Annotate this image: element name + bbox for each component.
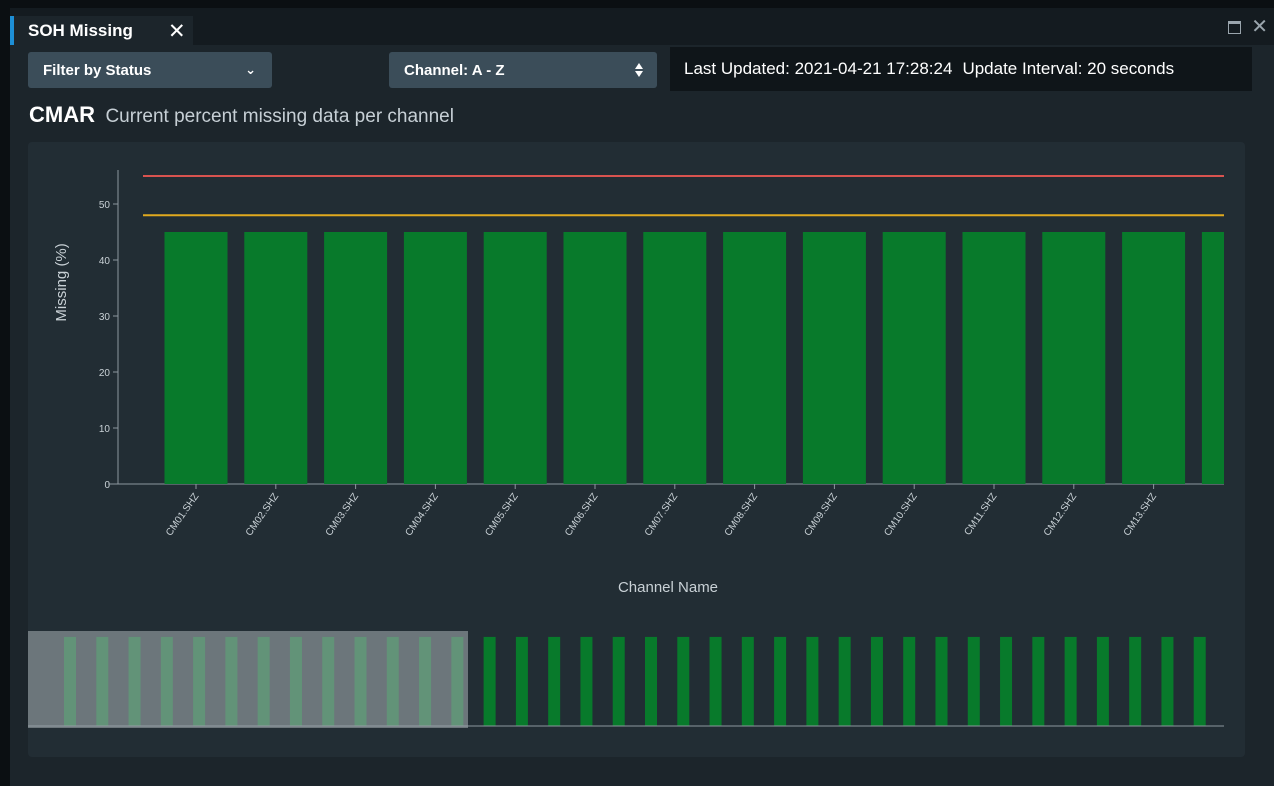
y-tick-label: 0 <box>104 480 110 491</box>
tab-soh-missing[interactable]: SOH Missing ✕ <box>10 16 193 45</box>
x-tick-label: CM11.SHZ <box>963 491 1000 537</box>
overview-bar <box>677 636 690 726</box>
bar-CM01.SHZ[interactable] <box>164 232 228 484</box>
filter-by-status-dropdown[interactable]: Filter by Status ⌄ <box>28 52 272 88</box>
x-tick-label: CM08.SHZ <box>723 491 760 538</box>
chart-heading: CMAR Current percent missing data per ch… <box>29 102 454 128</box>
update-interval-text: Update Interval: 20 seconds <box>962 59 1175 78</box>
overview-bar <box>774 636 787 726</box>
overview-bar <box>870 636 883 726</box>
bar-CM13.SHZ[interactable] <box>1122 232 1186 484</box>
x-tick-label: CM10.SHZ <box>882 491 919 538</box>
sort-arrows-icon <box>635 61 643 79</box>
overview-bar <box>967 636 980 726</box>
overview-bar <box>1129 636 1142 726</box>
close-icon[interactable]: ✕ <box>1251 17 1268 37</box>
x-axis-label: Channel Name <box>618 579 718 596</box>
x-tick-label: CM03.SHZ <box>324 491 361 538</box>
overview-bar <box>806 636 819 726</box>
bar-CM09.SHZ[interactable] <box>802 232 866 484</box>
missing-data-bar-chart[interactable]: 0 10 20 30 40 50 Missing (%) CM01.SHZ CM02.SHZ CM… <box>28 142 1245 757</box>
last-updated-text: Last Updated: 2021-04-21 17:28:24 <box>684 59 953 78</box>
y-tick-label: 50 <box>99 200 111 211</box>
update-status-bar: Last Updated: 2021-04-21 17:28:24 Update… <box>670 47 1252 91</box>
bar-CM05.SHZ[interactable] <box>483 232 547 484</box>
overview-bar <box>1000 636 1013 726</box>
x-tick-label: CM09.SHZ <box>802 491 839 538</box>
maximize-icon[interactable] <box>1228 20 1242 34</box>
y-tick-label: 10 <box>99 424 111 435</box>
tab-label: SOH Missing <box>28 20 133 40</box>
tab-bar: SOH Missing ✕ ✕ <box>10 8 1274 45</box>
station-name: CMAR <box>29 102 95 127</box>
filter-label: Filter by Status <box>43 61 152 79</box>
bar-CM07.SHZ[interactable] <box>643 232 707 484</box>
window-controls: ✕ <box>1228 17 1268 37</box>
overview-bar <box>612 636 625 726</box>
overview-bar <box>515 636 528 726</box>
x-tick-label: CM04.SHZ <box>403 491 440 538</box>
x-tick-label: CM06.SHZ <box>563 491 600 538</box>
overview-bar <box>935 636 948 726</box>
overview-bar <box>838 636 851 726</box>
bar-CM10.SHZ[interactable] <box>882 232 946 484</box>
overview-bar <box>741 636 754 726</box>
x-tick-label: CM13.SHZ <box>1122 491 1159 538</box>
overview-bar <box>1193 636 1206 726</box>
overview-bar <box>1064 636 1077 726</box>
x-tick-label: CM02.SHZ <box>244 491 281 538</box>
bar-CM03.SHZ[interactable] <box>324 232 388 484</box>
channel-sort-select[interactable]: Channel: A - Z <box>389 52 657 88</box>
overview-brush-selection[interactable] <box>28 631 468 728</box>
overview-bar <box>1161 636 1174 726</box>
x-tick-label: CM07.SHZ <box>643 491 680 538</box>
bar-channel-14[interactable] <box>1201 232 1224 484</box>
bar-CM12.SHZ[interactable] <box>1042 232 1106 484</box>
overview-bar <box>1032 636 1045 726</box>
bar-CM08.SHZ[interactable] <box>723 232 787 484</box>
overview-bar <box>1096 636 1109 726</box>
chevron-down-icon: ⌄ <box>245 62 256 77</box>
overview-bar <box>483 636 496 726</box>
y-tick-label: 40 <box>99 256 111 267</box>
x-tick-label: CM01.SHZ <box>164 491 201 538</box>
x-tick-label: CM05.SHZ <box>483 491 520 538</box>
bar-CM04.SHZ[interactable] <box>403 232 467 484</box>
tab-close-icon[interactable]: ✕ <box>168 19 186 44</box>
chart-subtitle: Current percent missing data per channel <box>105 106 454 127</box>
y-tick-label: 20 <box>99 368 111 379</box>
bar-CM11.SHZ[interactable] <box>962 232 1026 484</box>
y-axis-label: Missing (%) <box>53 243 70 321</box>
bar-CM02.SHZ[interactable] <box>244 232 308 484</box>
overview-bar <box>580 636 593 726</box>
overview-bar <box>709 636 722 726</box>
bar-CM06.SHZ[interactable] <box>563 232 627 484</box>
overview-bar <box>645 636 657 726</box>
overview-bar <box>903 636 916 726</box>
y-tick-label: 30 <box>99 312 111 323</box>
x-tick-label: CM12.SHZ <box>1042 491 1079 538</box>
chart-panel: 0 10 20 30 40 50 Missing (%) CM01.SHZ CM02.SHZ CM… <box>28 142 1245 757</box>
sort-label: Channel: A - Z <box>404 61 505 79</box>
overview-bar <box>548 636 561 726</box>
